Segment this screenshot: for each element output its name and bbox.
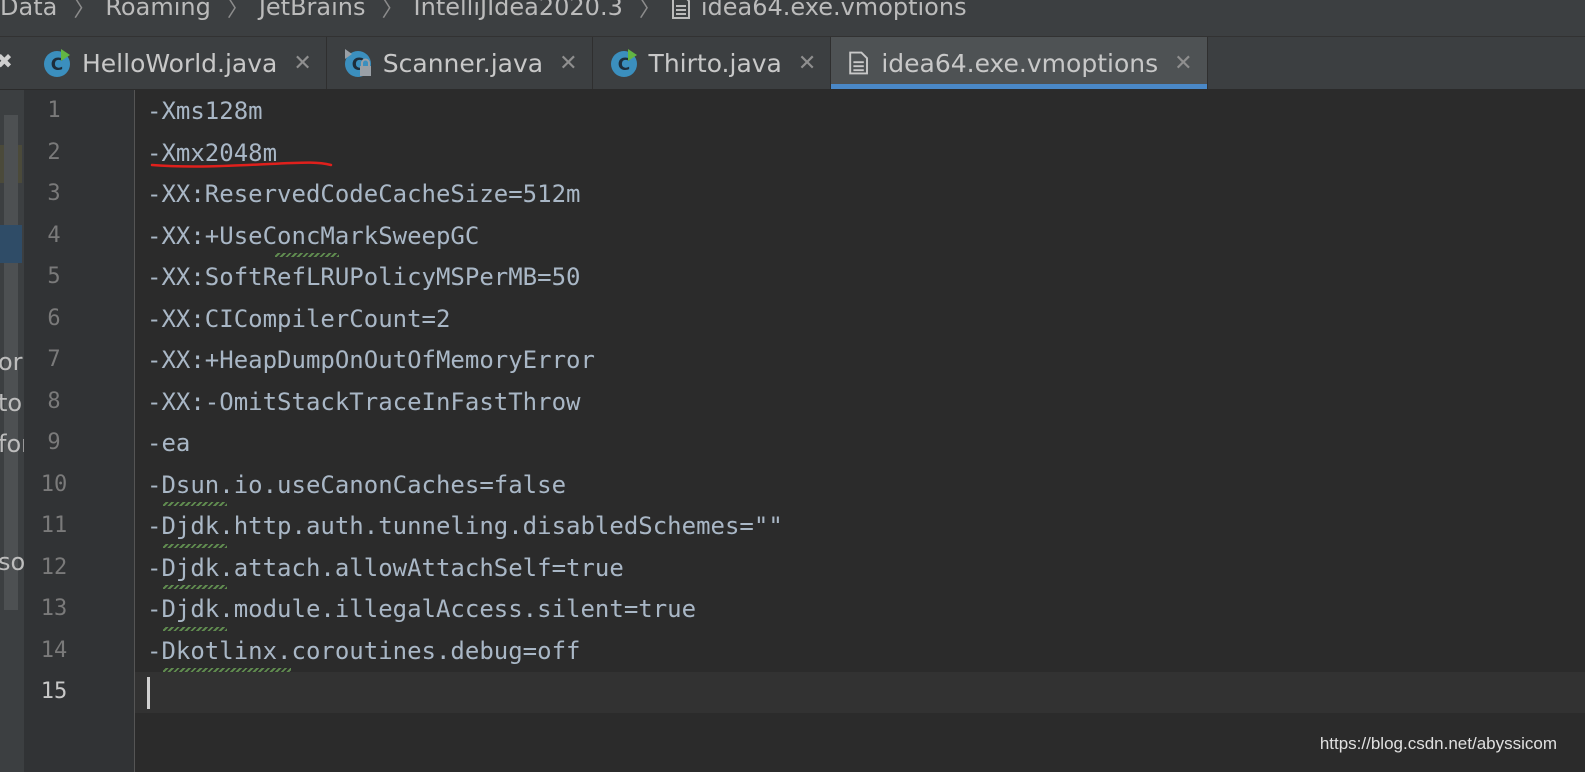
code-line[interactable]: -XX:+UseConcMarkSweepGC [147,222,479,250]
breadcrumb-file[interactable]: idea64.exe.vmoptions [671,0,967,21]
code-line[interactable]: -Dkotlinx.coroutines.debug=off [147,637,580,665]
typo-squiggle [163,627,227,631]
close-icon[interactable]: ✖ [0,49,13,73]
text-file-icon [671,0,690,19]
tab-vmoptions[interactable]: idea64.exe.vmoptions ✕ [831,37,1208,89]
line-number-gutter: 1 2 3 4 5 6 7 8 9 10 11 12 13 14 15 [24,90,135,772]
code-line[interactable]: -Djdk.http.auth.tunneling.disabledScheme… [147,512,783,540]
code-line[interactable]: -Djdk.module.illegalAccess.silent=true [147,595,696,623]
typo-squiggle [163,668,291,672]
breadcrumb-item[interactable]: IntelliJIdea2020.3 [414,0,629,21]
chevron-right-icon: 〉 [638,0,661,22]
tab-thirto[interactable]: C Thirto.java ✕ [593,37,832,89]
line-number: 11 [40,513,68,538]
breadcrumb-file-label: idea64.exe.vmoptions [700,0,967,21]
line-number: 3 [47,181,61,206]
code-line[interactable]: -ea [147,429,190,457]
tab-helloworld[interactable]: C HelloWorld.java ✕ [26,37,327,89]
chevron-right-icon: 〉 [226,0,249,22]
line-number: 7 [47,347,61,372]
tree-item-fragment[interactable]: or [0,348,23,376]
tab-overflow[interactable]: ✖ [0,37,26,89]
line-number: 12 [40,555,68,580]
editor-tab-bar: ✖ C HelloWorld.java ✕ C Scanner.java ✕ C… [0,37,1585,90]
tree-item-fragment[interactable]: to [0,389,22,417]
close-icon[interactable]: ✕ [559,51,577,76]
tab-scanner[interactable]: C Scanner.java ✕ [327,37,593,89]
project-panel-edge: or to for so [0,90,31,772]
typo-squiggle [275,253,339,257]
text-file-icon [849,51,869,75]
code-line[interactable]: -XX:CICompilerCount=2 [147,305,450,333]
watermark: https://blog.csdn.net/abyssicom [1319,734,1557,753]
line-number: 6 [47,306,61,331]
code-line[interactable]: -Xms128m [147,97,263,125]
line-number: 13 [40,596,68,621]
chevron-right-icon: 〉 [381,0,404,22]
tab-label: idea64.exe.vmoptions [881,48,1159,78]
code-line[interactable]: -XX:SoftRefLRUPolicyMSPerMB=50 [147,263,580,291]
java-class-icon: C [610,49,637,77]
line-number: 9 [47,430,61,455]
line-number: 1 [47,98,61,123]
line-number: 4 [47,223,61,248]
code-editor[interactable]: -Xms128m -Xmx2048m -XX:ReservedCodeCache… [135,90,1585,772]
java-class-icon: C [44,49,70,77]
chevron-right-icon: 〉 [73,0,96,22]
breadcrumb-item[interactable]: Data [0,0,63,21]
typo-squiggle [163,585,227,589]
breadcrumb-item[interactable]: JetBrains [259,0,372,21]
close-icon[interactable]: ✕ [798,51,816,76]
tree-item-fragment[interactable]: so [0,548,25,576]
typo-squiggle [163,502,227,506]
ide-window: Data 〉 Roaming 〉 JetBrains 〉 IntelliJIde… [0,0,1585,772]
current-line-highlight [135,672,1585,713]
annotation-underline [150,161,333,168]
code-line[interactable]: -XX:+HeapDumpOnOutOfMemoryError [147,346,595,374]
breadcrumb: Data 〉 Roaming 〉 JetBrains 〉 IntelliJIde… [0,0,1585,37]
tree-selection [0,225,22,263]
line-number: 2 [47,140,61,165]
code-line[interactable]: -XX:ReservedCodeCacheSize=512m [147,180,580,208]
code-line[interactable]: -Dsun.io.useCanonCaches=false [147,471,566,499]
line-number: 8 [47,389,61,414]
typo-squiggle [163,544,227,548]
code-line[interactable]: -Djdk.attach.allowAttachSelf=true [147,554,624,582]
line-number: 10 [40,472,68,497]
breadcrumb-item[interactable]: Roaming [105,0,216,21]
code-line[interactable]: -XX:-OmitStackTraceInFastThrow [147,388,580,416]
line-number-current: 15 [40,679,68,704]
close-icon[interactable]: ✕ [293,51,311,76]
line-number: 5 [47,264,61,289]
java-class-locked-icon: C [344,49,371,77]
tab-label: HelloWorld.java [82,48,278,78]
close-icon[interactable]: ✕ [1174,51,1192,76]
line-number: 14 [40,638,68,663]
text-caret [147,677,150,709]
tab-label: Scanner.java [382,48,544,78]
tab-label: Thirto.java [648,48,782,78]
